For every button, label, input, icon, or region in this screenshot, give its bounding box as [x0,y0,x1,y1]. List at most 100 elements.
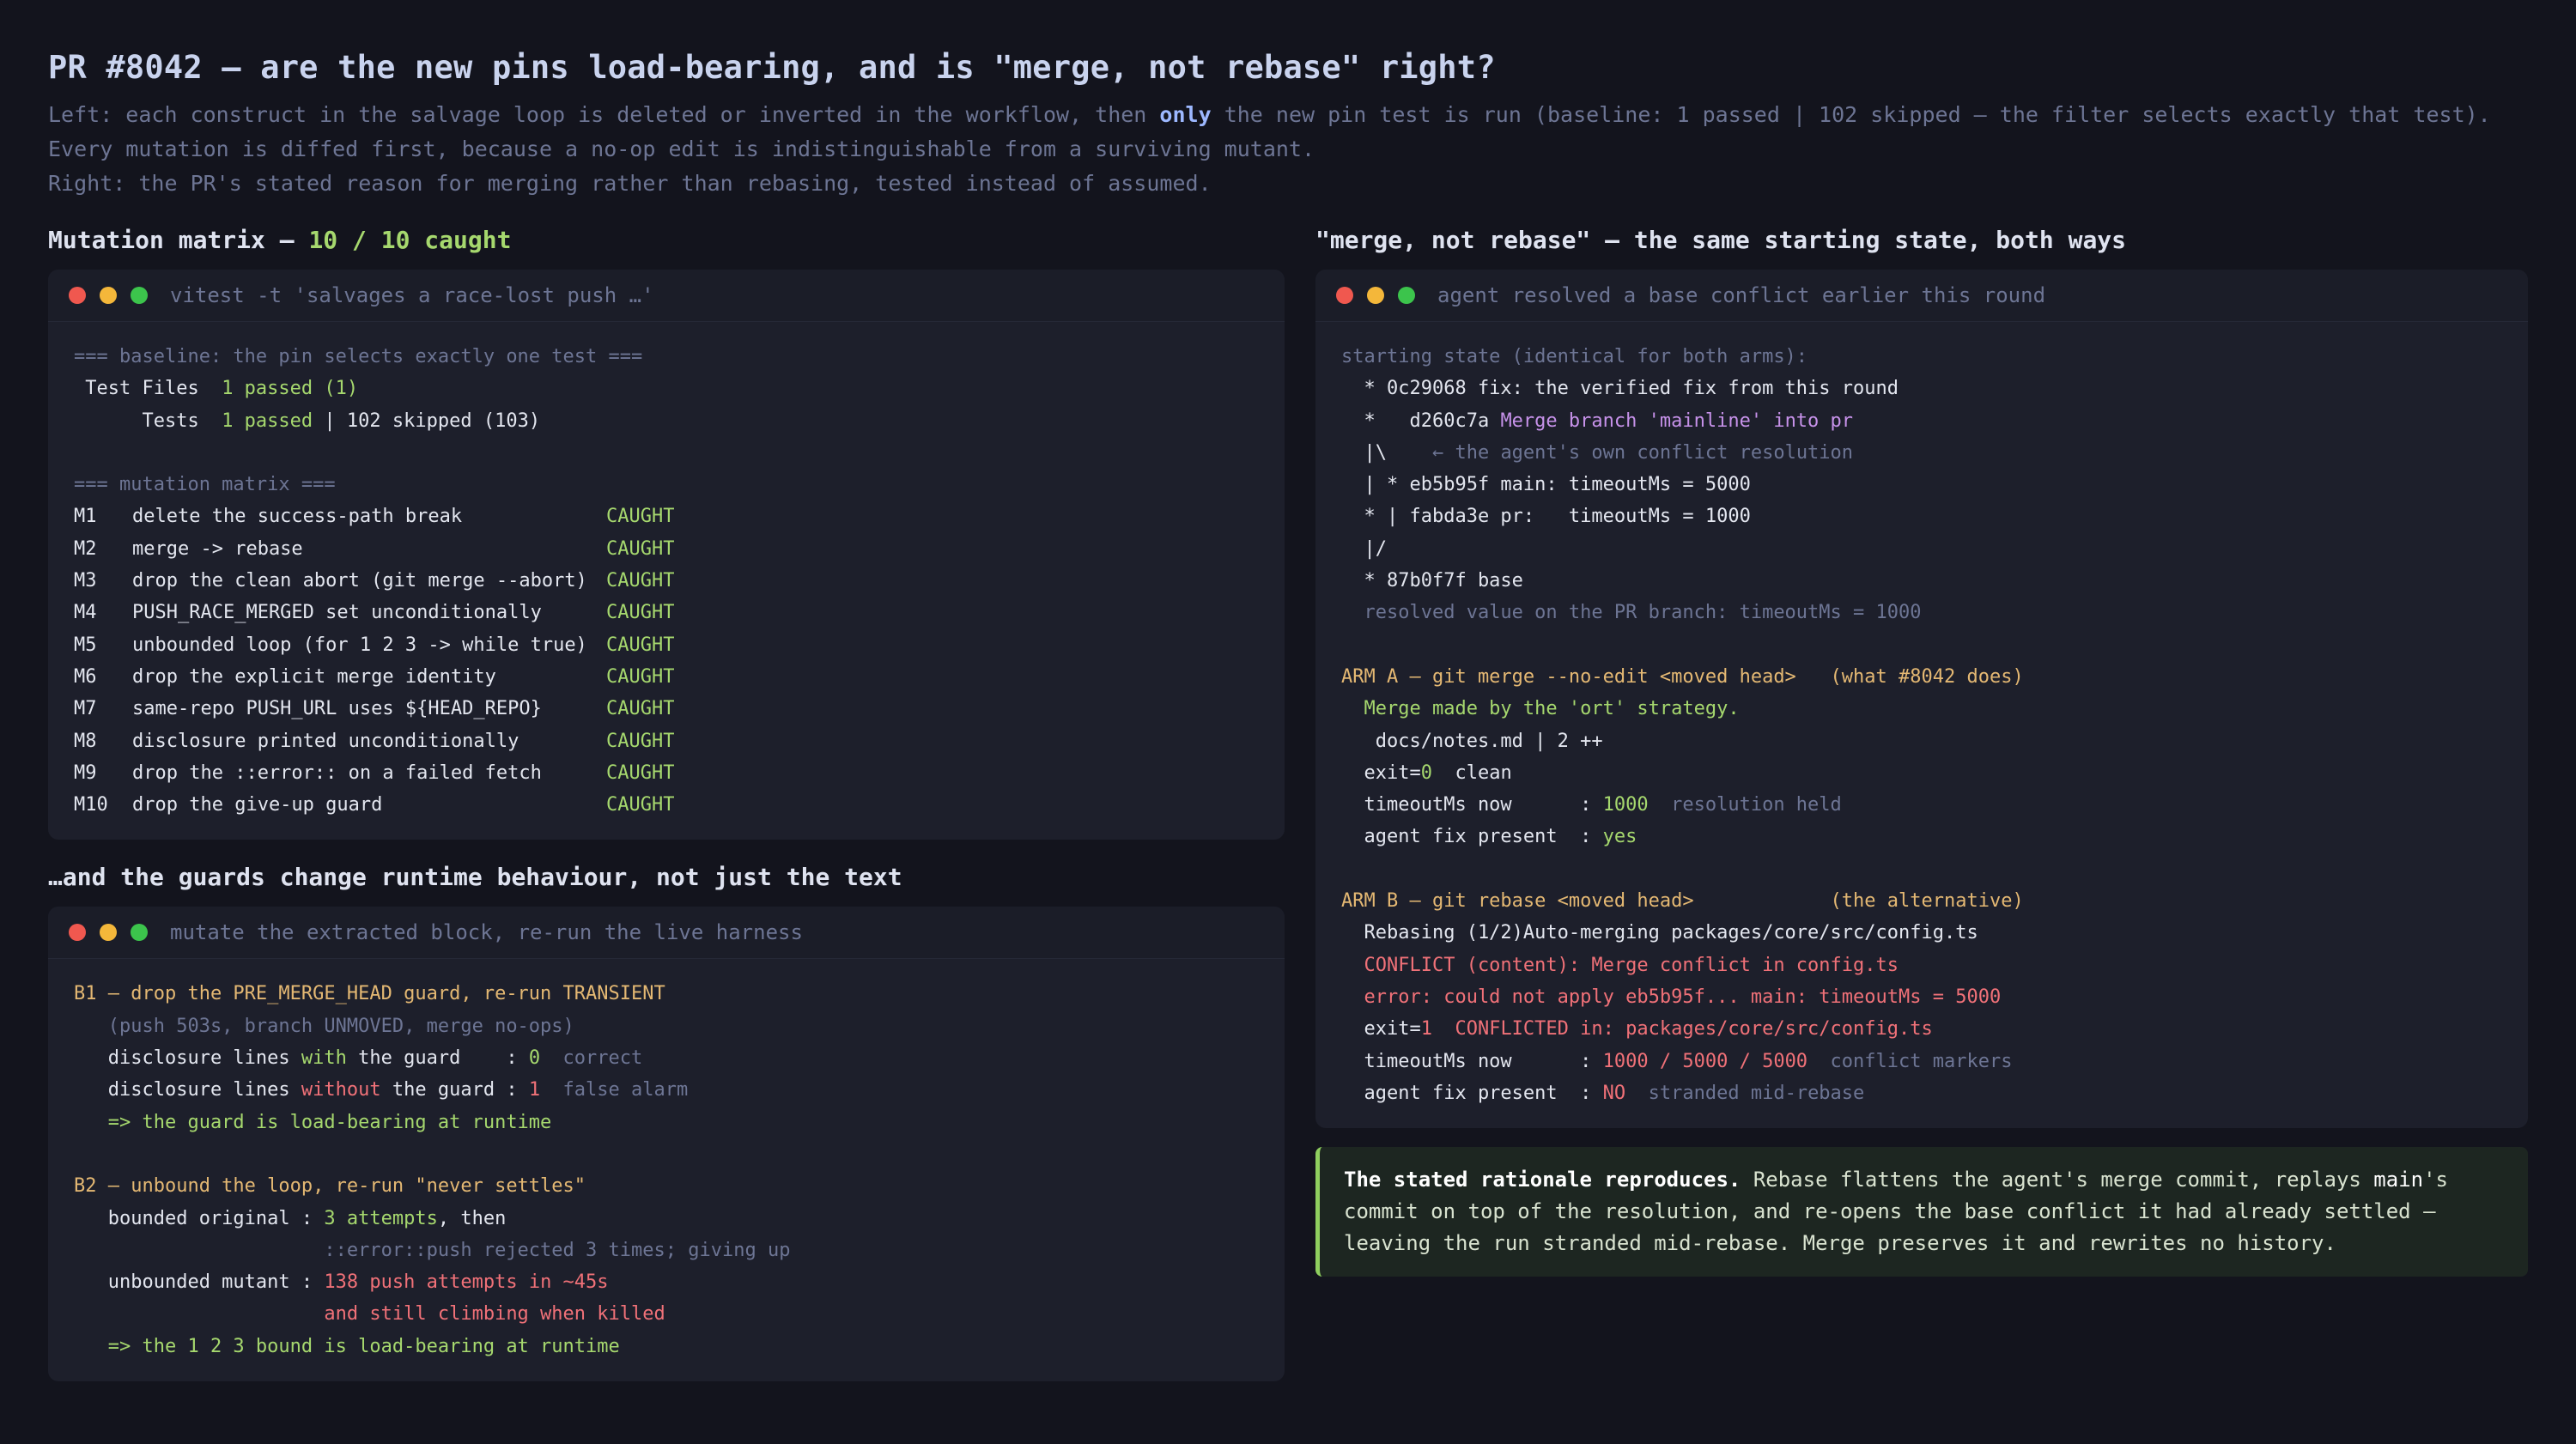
arm-a-exit-value: 0 [1420,761,1432,784]
arm-b-fix-label: agent fix present : [1341,1082,1603,1104]
guards-output: B1 — drop the PRE_MERGE_HEAD guard, re-r… [48,959,1285,1381]
left-column: Mutation matrix — 10 / 10 caught vitest … [48,221,1285,1382]
guards-window-title: mutate the extracted block, re-run the l… [170,920,803,945]
close-window-icon[interactable] [1336,287,1353,304]
rationale-callout: The stated rationale reproduces. Rebase … [1315,1147,2528,1277]
matrix-terminal: vitest -t 'salvages a race-lost push …' … [48,270,1285,840]
guards-titlebar: mutate the extracted block, re-run the l… [48,907,1285,960]
tests-rest: | 102 skipped (103) [313,410,541,432]
guards-heading: …and the guards change runtime behaviour… [48,863,902,892]
arm-b-exit-value: 1 [1420,1018,1432,1041]
b1-without-line: disclosure lines without the guard : 1 f… [74,1074,1259,1106]
intro-line-1: Left: each construct in the salvage loop… [48,98,2528,132]
maximize-window-icon[interactable] [131,924,148,942]
arm-a-title: ARM A — git merge --no-edit <moved head>… [1341,665,2024,688]
mutation-result: CAUGHT [606,794,675,816]
b1-with-word: with [301,1047,347,1070]
b1-subtitle: (push 503s, branch UNMOVED, merge no-ops… [74,1015,574,1037]
test-files-label: Test Files [74,378,222,400]
arm-b-title: ARM B — git rebase <moved head> (the alt… [1341,890,2024,913]
matrix-heading: Mutation matrix — 10 / 10 caught [48,221,1285,259]
intro: Left: each construct in the salvage loop… [48,98,2528,201]
arm-a-exit: exit=0 clean [1341,757,2502,789]
graph-annotation: ← the agent's own conflict resolution [1431,441,1854,464]
intro-highlight: only [1159,102,1212,127]
intro-text: Left: each construct in the salvage loop… [48,102,1160,127]
mutation-id: M8 [74,730,97,752]
close-window-icon[interactable] [69,287,86,304]
matrix-row: M1 delete the success-path break CAUGHT [74,501,1259,532]
matrix-window-title: vitest -t 'salvages a race-lost push …' [170,283,654,307]
matrix-heading-count: 10 / 10 caught [308,226,512,254]
matrix-row: M7 same-repo PUSH_URL uses ${HEAD_REPO} CA… [74,693,1259,725]
b1-with-value: 0 [528,1047,541,1070]
guards-terminal: mutate the extracted block, re-run the l… [48,907,1285,1382]
tests-label: Tests [74,410,222,432]
intro-line-3: Right: the PR's stated reason for mergin… [48,171,1212,196]
graph-branch: |\ [1341,441,1432,464]
rebase-window-title: agent resolved a base conflict earlier t… [1437,283,2046,307]
mutation-result: CAUGHT [606,761,675,784]
mutation-description: delete the success-path break [132,506,463,528]
graph-commit: * d260c7a [1341,410,1501,432]
start-header: starting state (identical for both arms)… [1341,346,1808,367]
rationale-text: Rebase flattens the agent's merge commit… [1741,1168,2374,1192]
maximize-window-icon[interactable] [1398,287,1415,304]
test-files-line: Test Files 1 passed (1) [74,373,1259,404]
minimize-window-icon[interactable] [1367,287,1384,304]
b1-title: B1 — drop the PRE_MERGE_HEAD guard, re-r… [74,983,665,1005]
arm-a-fix-value: yes [1602,826,1637,848]
matrix-output: === baseline: the pin selects exactly on… [48,322,1285,840]
b2-title: B2 — unbound the loop, re-run "never set… [74,1175,586,1198]
arm-b-timeout-note: conflict markers [1807,1050,2013,1072]
matrix-row: M8 disclosure printed unconditionally CAUG… [74,725,1259,757]
minimize-window-icon[interactable] [100,924,117,942]
mutation-description: same-repo PUSH_URL uses ${HEAD_REPO} [132,698,542,720]
b2-unbounded-value: 138 push attempts in ~45s [324,1271,609,1294]
arm-b-timeout-label: timeoutMs now : [1341,1050,1603,1072]
arm-b-exit-post: CONFLICTED in: packages/core/src/config.… [1431,1018,1933,1041]
graph-line: * 87b0f7f base [1341,570,1523,592]
intro-line-2: Every mutation is diffed first, because … [48,137,1315,161]
b1-with-line: disclosure lines with the guard : 0 corr… [74,1042,1259,1074]
mutation-description: unbounded loop (for 1 2 3 -> while true) [132,634,587,656]
matrix-row: M10 drop the give-up guard CAUGHT [74,789,1259,821]
b1-without-post: the guard : [380,1079,529,1101]
mutation-id: M4 [74,602,97,624]
maximize-window-icon[interactable] [131,287,148,304]
minimize-window-icon[interactable] [100,287,117,304]
right-column: "merge, not rebase" — the same starting … [1315,221,2528,1277]
close-window-icon[interactable] [69,924,86,942]
test-files-value: 1 passed (1) [222,378,359,400]
arm-b-exit-label: exit= [1341,1018,1421,1041]
mutation-result: CAUGHT [606,537,675,560]
arm-a-timeout-note: resolution held [1648,794,1842,816]
resolved-value-line: resolved value on the PR branch: timeout… [1341,602,1922,624]
arm-b-line: error: could not apply eb5b95f... main: … [1341,986,2002,1008]
mutation-description: drop the clean abort (git merge --abort) [132,570,587,592]
arm-a-fix: agent fix present : yes [1341,821,2502,852]
matrix-rows: M1 delete the success-path break CAUGHT M2 m… [74,501,1259,821]
rebase-heading: "merge, not rebase" — the same starting … [1315,226,2127,254]
mutation-description: disclosure printed unconditionally [132,730,519,752]
arm-b-fix-value: NO [1602,1082,1626,1104]
b2-unbounded-label: unbounded mutant : [74,1271,325,1294]
page-title: PR #8042 — are the new pins load-bearing… [48,49,1496,86]
graph-line: |\ ← the agent's own conflict resolution [1341,437,2502,469]
arm-b-timeout: timeoutMs now : 1000 / 5000 / 5000 confl… [1341,1046,2502,1077]
arm-a-timeout: timeoutMs now : 1000 resolution held [1341,789,2502,821]
mutation-id: M10 [74,794,108,816]
rebase-output: starting state (identical for both arms)… [1315,322,2528,1128]
mutation-id: M1 [74,506,97,528]
b1-without-pre: disclosure lines [74,1079,301,1101]
b2-bounded-post: , then [437,1207,507,1229]
merge-commit-message: Merge branch 'mainline' into pr [1500,410,1854,432]
graph-line: * 0c29068 fix: the verified fix from thi… [1341,378,1899,400]
b1-without-word: without [301,1079,381,1101]
arm-b-line: CONFLICT (content): Merge conflict in co… [1341,954,1899,976]
graph-line: |/ [1341,537,1387,560]
b2-bounded-line: bounded original : 3 attempts, then [74,1203,1259,1235]
b2-unbounded-line: unbounded mutant : 138 push attempts in … [74,1266,1259,1298]
rationale-bold: The stated rationale reproduces. [1344,1168,1741,1192]
b1-with-post: the guard : [346,1047,529,1070]
